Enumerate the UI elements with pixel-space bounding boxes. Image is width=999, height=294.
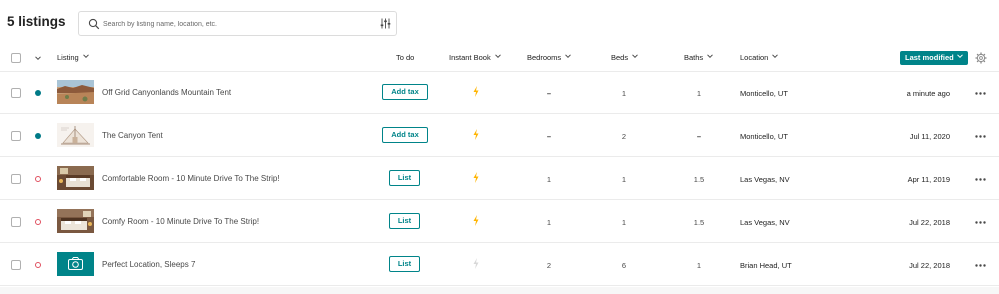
- list-button[interactable]: List: [389, 256, 420, 272]
- modified-value: Apr 11, 2019: [907, 175, 950, 184]
- modified-value: a minute ago: [906, 89, 950, 98]
- more-options-icon[interactable]: [975, 178, 986, 181]
- chevron-down-icon: [632, 53, 638, 59]
- status-dot: [35, 90, 41, 96]
- column-instant-book-label: Instant Book: [449, 53, 491, 62]
- status-dot: [35, 176, 41, 182]
- listing-thumbnail[interactable]: [57, 209, 94, 233]
- list-button[interactable]: List: [389, 213, 420, 229]
- table-row[interactable]: Off Grid Canyonlands Mountain Tent Add t…: [0, 71, 999, 114]
- table-row[interactable]: Perfect Location, Sleeps 7 List 2 6 1 Br…: [0, 243, 999, 286]
- table-row[interactable]: Comfy Room - 10 Minute Drive To The Stri…: [0, 200, 999, 243]
- row-checkbox[interactable]: [11, 260, 21, 270]
- bedrooms-value: 1: [546, 218, 552, 227]
- baths-value: 1.5: [693, 175, 705, 184]
- add-tax-button[interactable]: Add tax: [382, 127, 428, 143]
- chevron-down-icon: [772, 53, 779, 59]
- instant-book-bolt-icon: [473, 215, 479, 226]
- location-value: Brian Head, UT: [740, 261, 792, 270]
- filter-sliders-icon[interactable]: [380, 18, 391, 29]
- column-listing-label: Listing: [57, 53, 79, 62]
- listing-thumbnail[interactable]: [57, 166, 94, 190]
- camera-placeholder-icon[interactable]: [57, 252, 94, 276]
- modified-value: Jul 22, 2018: [909, 218, 950, 227]
- column-baths-label: Baths: [684, 53, 704, 62]
- modified-value: Jul 11, 2020: [909, 132, 950, 141]
- column-instant-book[interactable]: Instant Book: [449, 53, 501, 62]
- footer-strip: [0, 287, 999, 294]
- modified-value: Jul 22, 2018: [909, 261, 950, 270]
- sort-label: Last modified: [905, 53, 954, 62]
- location-value: Monticello, UT: [740, 132, 788, 141]
- listing-title[interactable]: The Canyon Tent: [102, 131, 163, 140]
- listing-title[interactable]: Comfy Room - 10 Minute Drive To The Stri…: [102, 217, 259, 226]
- column-baths[interactable]: Baths: [684, 53, 714, 62]
- listing-thumbnail[interactable]: [57, 123, 94, 147]
- baths-value: –: [696, 132, 702, 141]
- search-input[interactable]: [103, 15, 363, 33]
- column-location[interactable]: Location: [740, 53, 779, 62]
- more-options-icon[interactable]: [975, 264, 986, 267]
- listing-title[interactable]: Comfortable Room - 10 Minute Drive To Th…: [102, 174, 280, 183]
- bedrooms-value: 1: [546, 175, 552, 184]
- column-bedrooms[interactable]: Bedrooms: [527, 53, 572, 62]
- chevron-down-icon: [494, 53, 501, 59]
- more-options-icon[interactable]: [975, 92, 986, 95]
- column-bedrooms-label: Bedrooms: [527, 53, 562, 62]
- row-checkbox[interactable]: [11, 88, 21, 98]
- status-dot: [35, 219, 41, 225]
- beds-value: 6: [621, 261, 627, 270]
- list-button[interactable]: List: [389, 170, 420, 186]
- status-dot: [35, 133, 41, 139]
- gear-icon[interactable]: [975, 52, 987, 64]
- bedrooms-value: –: [546, 89, 552, 98]
- location-value: Monticello, UT: [740, 89, 788, 98]
- chevron-down-icon: [956, 53, 963, 59]
- beds-value: 2: [621, 132, 627, 141]
- chevron-down-icon: [707, 53, 714, 59]
- chevron-down-icon: [82, 53, 89, 59]
- instant-book-bolt-icon: [473, 172, 479, 183]
- beds-value: 1: [621, 218, 627, 227]
- instant-book-bolt-icon: [473, 258, 479, 269]
- instant-book-bolt-icon: [473, 129, 479, 140]
- listing-count: 5 listings: [7, 14, 66, 29]
- table-row[interactable]: The Canyon Tent Add tax – 2 – Monticello…: [0, 114, 999, 157]
- row-checkbox[interactable]: [11, 131, 21, 141]
- column-location-label: Location: [740, 53, 769, 62]
- bulk-actions-chevron-icon[interactable]: [35, 55, 41, 61]
- search-icon: [88, 18, 100, 30]
- listing-thumbnail[interactable]: [57, 80, 94, 104]
- table-row[interactable]: Comfortable Room - 10 Minute Drive To Th…: [0, 157, 999, 200]
- add-tax-button[interactable]: Add tax: [382, 84, 428, 100]
- search-box[interactable]: [78, 11, 397, 36]
- status-dot: [35, 262, 41, 268]
- chevron-down-icon: [565, 53, 572, 59]
- row-checkbox[interactable]: [11, 217, 21, 227]
- row-checkbox[interactable]: [11, 174, 21, 184]
- column-todo-label: To do: [396, 53, 415, 62]
- table-header: Listing To do Instant Book Bedrooms Beds…: [0, 44, 999, 72]
- baths-value: 1: [696, 89, 702, 98]
- column-beds-label: Beds: [611, 53, 629, 62]
- listing-title[interactable]: Perfect Location, Sleeps 7: [102, 260, 195, 269]
- bedrooms-value: –: [546, 132, 552, 141]
- baths-value: 1: [696, 261, 702, 270]
- location-value: Las Vegas, NV: [740, 175, 790, 184]
- more-options-icon[interactable]: [975, 135, 986, 138]
- baths-value: 1.5: [693, 218, 705, 227]
- column-listing[interactable]: Listing: [57, 53, 89, 62]
- beds-value: 1: [621, 89, 627, 98]
- more-options-icon[interactable]: [975, 221, 986, 224]
- select-all-checkbox[interactable]: [11, 53, 21, 63]
- column-beds[interactable]: Beds: [611, 53, 638, 62]
- listing-title[interactable]: Off Grid Canyonlands Mountain Tent: [102, 88, 231, 97]
- sort-last-modified-button[interactable]: Last modified: [900, 51, 968, 65]
- column-todo: To do: [396, 53, 414, 62]
- location-value: Las Vegas, NV: [740, 218, 790, 227]
- bedrooms-value: 2: [546, 261, 552, 270]
- instant-book-bolt-icon: [473, 86, 479, 97]
- toolbar: 5 listings: [0, 0, 999, 44]
- beds-value: 1: [621, 175, 627, 184]
